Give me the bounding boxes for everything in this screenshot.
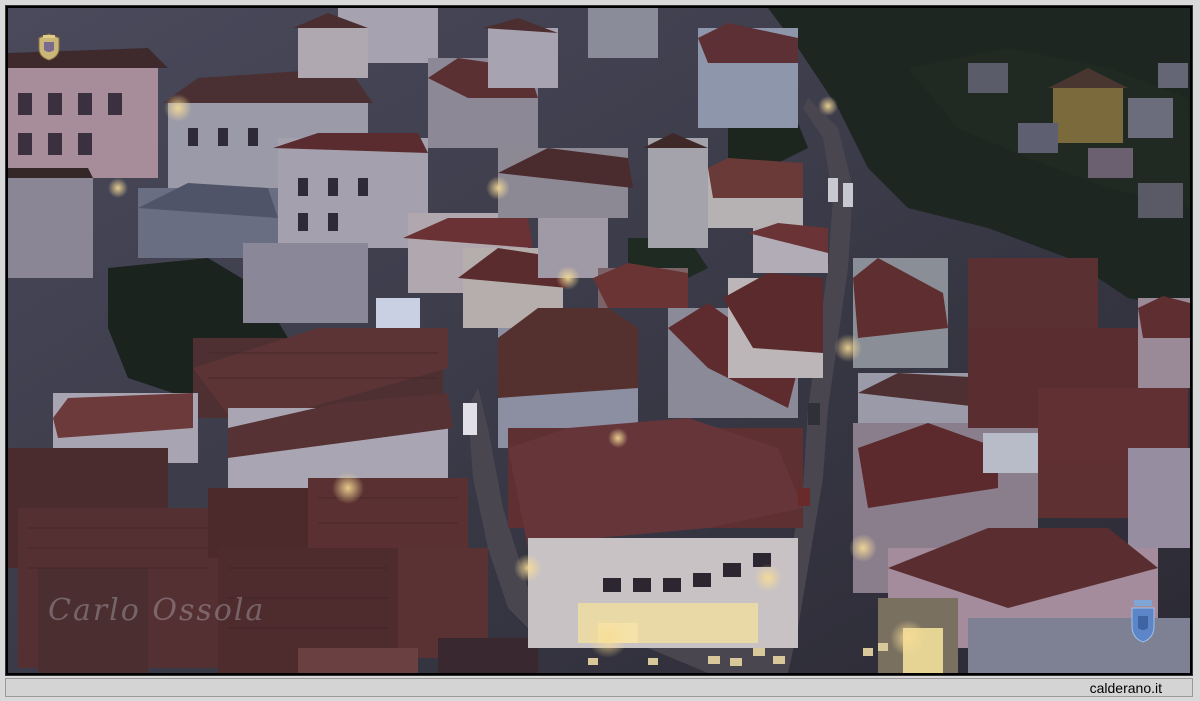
aerial-photo: Carlo Ossola xyxy=(8,8,1190,673)
coat-of-arms-icon xyxy=(38,33,60,61)
town-night-scene xyxy=(8,8,1190,673)
watermark-signature: Carlo Ossola xyxy=(48,593,266,628)
footer-bar: calderano.it xyxy=(5,678,1193,697)
coat-of-arms-icon xyxy=(1131,600,1155,643)
page-frame: Carlo Ossola calderano.it xyxy=(0,0,1200,701)
site-label: calderano.it xyxy=(1089,680,1162,696)
